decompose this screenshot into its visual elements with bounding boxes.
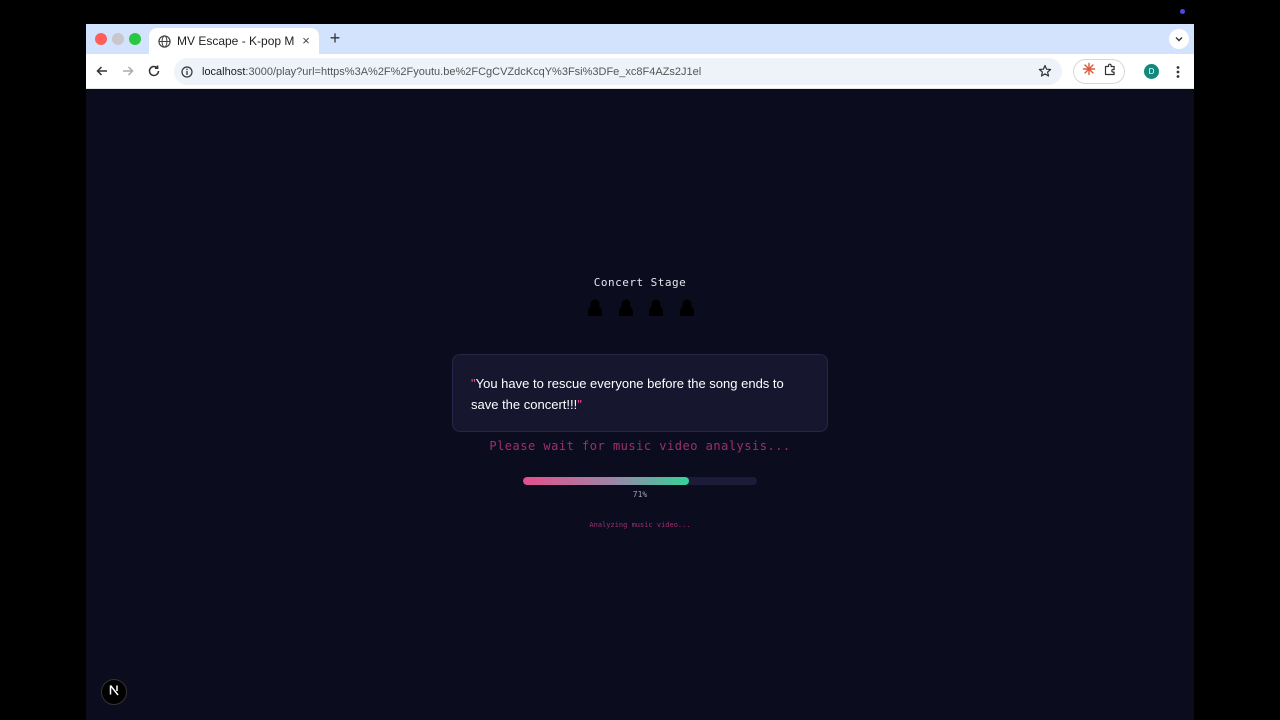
arrow-right-icon xyxy=(123,66,134,76)
quote-close-mark: " xyxy=(577,397,582,412)
forward-button[interactable] xyxy=(119,62,137,80)
quote-text: You have to rescue everyone before the s… xyxy=(471,376,784,412)
new-tab-button[interactable]: + xyxy=(326,29,344,48)
browser-window: MV Escape - K-pop Music Video × + xyxy=(86,24,1194,720)
browser-toolbar: localhost:3000/play?url=https%3A%2F%2Fyo… xyxy=(86,54,1194,89)
wait-message: Please wait for music video analysis... xyxy=(489,439,791,453)
tab-title: MV Escape - K-pop Music Video xyxy=(177,34,295,48)
url-host: localhost xyxy=(202,65,246,78)
browser-menu-button[interactable] xyxy=(1171,64,1185,80)
nextjs-logo-icon xyxy=(108,683,120,701)
progress-bar xyxy=(523,477,757,485)
member-silhouette-icon xyxy=(679,299,694,316)
close-window-button[interactable] xyxy=(95,33,107,45)
members-row xyxy=(586,298,696,318)
status-message: Analyzing music video... xyxy=(589,521,691,529)
chevron-down-icon xyxy=(1175,37,1183,42)
progress-label: 71% xyxy=(632,490,648,499)
progress-fill xyxy=(523,477,690,485)
extensions-puzzle-icon[interactable] xyxy=(1103,62,1117,81)
reload-button[interactable] xyxy=(145,62,163,80)
reload-icon xyxy=(148,65,160,77)
tab-close-icon[interactable]: × xyxy=(299,34,313,48)
url-text: localhost:3000/play?url=https%3A%2F%2Fyo… xyxy=(202,66,701,78)
mission-quote: "You have to rescue everyone before the … xyxy=(471,373,809,415)
address-bar[interactable]: localhost:3000/play?url=https%3A%2F%2Fyo… xyxy=(174,58,1062,85)
member-silhouette-icon xyxy=(649,299,664,316)
tab-search-button[interactable] xyxy=(1169,29,1189,49)
game-page: Concert Stage "You have to rescue everyo… xyxy=(86,89,1194,720)
arrow-left-icon xyxy=(96,66,107,76)
nextjs-dev-badge[interactable] xyxy=(101,679,127,705)
status-dot xyxy=(1180,9,1185,14)
minimize-window-button[interactable] xyxy=(112,33,124,45)
globe-icon xyxy=(157,34,171,48)
tab-bar: MV Escape - K-pop Music Video × + xyxy=(86,24,1194,54)
site-info-icon[interactable] xyxy=(180,65,194,79)
extension-sparkle-icon[interactable] xyxy=(1082,62,1096,81)
profile-avatar[interactable]: D xyxy=(1144,64,1159,79)
browser-tab[interactable]: MV Escape - K-pop Music Video × xyxy=(149,28,319,54)
url-path: :3000/play?url=https%3A%2F%2Fyoutu.be%2F… xyxy=(245,65,702,78)
mission-quote-box: "You have to rescue everyone before the … xyxy=(452,354,828,432)
member-silhouette-icon xyxy=(618,299,633,316)
extensions-group xyxy=(1073,59,1125,84)
more-vertical-icon xyxy=(1176,66,1180,78)
back-button[interactable] xyxy=(93,62,111,80)
stage-title: Concert Stage xyxy=(593,276,687,289)
member-silhouette-icon xyxy=(588,299,602,316)
bookmark-star-icon[interactable] xyxy=(1038,64,1052,78)
maximize-window-button[interactable] xyxy=(129,33,141,45)
screen: MV Escape - K-pop Music Video × + xyxy=(0,0,1280,720)
